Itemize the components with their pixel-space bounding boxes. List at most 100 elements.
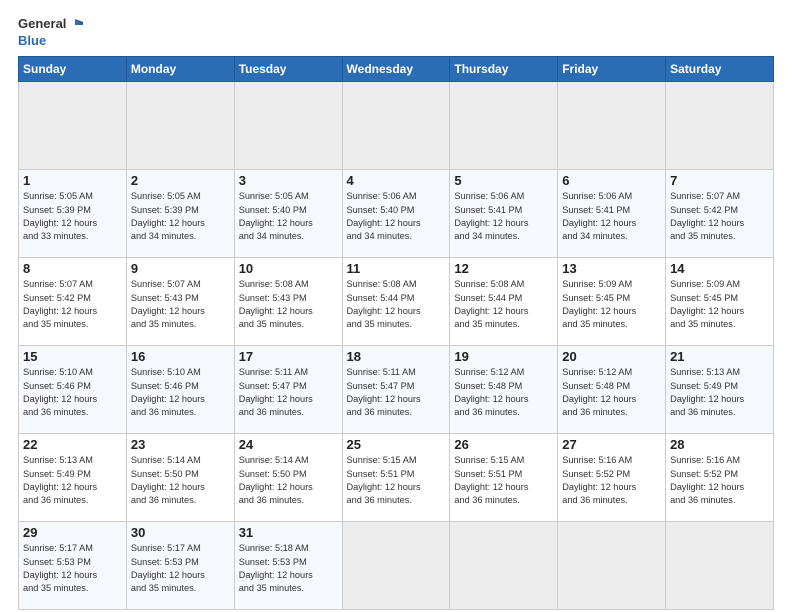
day-info: Sunrise: 5:17 AM Sunset: 5:53 PM Dayligh… — [131, 542, 230, 595]
logo-wing-icon — [67, 17, 83, 33]
calendar-cell: 12Sunrise: 5:08 AM Sunset: 5:44 PM Dayli… — [450, 258, 558, 346]
calendar-header-row: SundayMondayTuesdayWednesdayThursdayFrid… — [19, 57, 774, 82]
day-info: Sunrise: 5:08 AM Sunset: 5:44 PM Dayligh… — [347, 278, 446, 331]
day-number: 23 — [131, 437, 230, 452]
day-info: Sunrise: 5:15 AM Sunset: 5:51 PM Dayligh… — [454, 454, 553, 507]
calendar-cell: 3 Sunrise: 5:05 AM Sunset: 5:40 PM Daylig… — [234, 170, 342, 258]
column-header-friday: Friday — [558, 57, 666, 82]
calendar-cell — [450, 82, 558, 170]
day-info: Sunrise: 5:07 AM Sunset: 5:42 PM Dayligh… — [670, 190, 769, 243]
day-info: Sunrise: 5:07 AM Sunset: 5:43 PM Dayligh… — [131, 278, 230, 331]
day-info: Sunrise: 5:05 AM Sunset: 5:40 PM Dayligh… — [239, 190, 338, 243]
day-info: Sunrise: 5:05 AM Sunset: 5:39 PM Dayligh… — [131, 190, 230, 243]
day-info: Sunrise: 5:13 AM Sunset: 5:49 PM Dayligh… — [670, 366, 769, 419]
day-number: 31 — [239, 525, 338, 540]
calendar-cell — [19, 82, 127, 170]
day-number: 20 — [562, 349, 661, 364]
calendar-week-row: 15Sunrise: 5:10 AM Sunset: 5:46 PM Dayli… — [19, 346, 774, 434]
day-info: Sunrise: 5:10 AM Sunset: 5:46 PM Dayligh… — [131, 366, 230, 419]
calendar-cell: 2 Sunrise: 5:05 AM Sunset: 5:39 PM Daylig… — [126, 170, 234, 258]
column-header-wednesday: Wednesday — [342, 57, 450, 82]
day-info: Sunrise: 5:15 AM Sunset: 5:51 PM Dayligh… — [347, 454, 446, 507]
calendar-cell: 5Sunrise: 5:06 AM Sunset: 5:41 PM Daylig… — [450, 170, 558, 258]
day-number: 30 — [131, 525, 230, 540]
column-header-saturday: Saturday — [666, 57, 774, 82]
calendar-week-row: 29 Sunrise: 5:17 AM Sunset: 5:53 PM Dayli… — [19, 522, 774, 610]
header: General Blue — [18, 16, 774, 48]
day-info: Sunrise: 5:09 AM Sunset: 5:45 PM Dayligh… — [670, 278, 769, 331]
calendar-cell — [126, 82, 234, 170]
day-info: Sunrise: 5:18 AM Sunset: 5:53 PM Dayligh… — [239, 542, 338, 595]
calendar-week-row: 1 Sunrise: 5:05 AM Sunset: 5:39 PM Daylig… — [19, 170, 774, 258]
day-number: 21 — [670, 349, 769, 364]
calendar-cell: 23Sunrise: 5:14 AM Sunset: 5:50 PM Dayli… — [126, 434, 234, 522]
calendar-cell — [342, 82, 450, 170]
day-info: Sunrise: 5:11 AM Sunset: 5:47 PM Dayligh… — [239, 366, 338, 419]
column-header-monday: Monday — [126, 57, 234, 82]
day-number: 29 — [23, 525, 122, 540]
calendar-cell: 17 Sunrise: 5:11 AM Sunset: 5:47 PM Dayli… — [234, 346, 342, 434]
day-number: 9 — [131, 261, 230, 276]
column-header-tuesday: Tuesday — [234, 57, 342, 82]
day-info: Sunrise: 5:09 AM Sunset: 5:45 PM Dayligh… — [562, 278, 661, 331]
calendar-cell: 31 Sunrise: 5:18 AM Sunset: 5:53 PM Dayli… — [234, 522, 342, 610]
calendar-cell: 14 Sunrise: 5:09 AM Sunset: 5:45 PM Dayli… — [666, 258, 774, 346]
calendar-cell — [666, 522, 774, 610]
day-number: 13 — [562, 261, 661, 276]
calendar-cell: 20 Sunrise: 5:12 AM Sunset: 5:48 PM Dayli… — [558, 346, 666, 434]
day-info: Sunrise: 5:12 AM Sunset: 5:48 PM Dayligh… — [454, 366, 553, 419]
calendar-cell: 7Sunrise: 5:07 AM Sunset: 5:42 PM Daylig… — [666, 170, 774, 258]
day-number: 8 — [23, 261, 122, 276]
day-info: Sunrise: 5:16 AM Sunset: 5:52 PM Dayligh… — [562, 454, 661, 507]
day-info: Sunrise: 5:12 AM Sunset: 5:48 PM Dayligh… — [562, 366, 661, 419]
calendar-cell: 27Sunrise: 5:16 AM Sunset: 5:52 PM Dayli… — [558, 434, 666, 522]
day-number: 26 — [454, 437, 553, 452]
calendar-cell: 24Sunrise: 5:14 AM Sunset: 5:50 PM Dayli… — [234, 434, 342, 522]
day-info: Sunrise: 5:10 AM Sunset: 5:46 PM Dayligh… — [23, 366, 122, 419]
calendar-cell: 10 Sunrise: 5:08 AM Sunset: 5:43 PM Dayli… — [234, 258, 342, 346]
day-number: 24 — [239, 437, 338, 452]
day-number: 6 — [562, 173, 661, 188]
day-info: Sunrise: 5:06 AM Sunset: 5:40 PM Dayligh… — [347, 190, 446, 243]
day-info: Sunrise: 5:08 AM Sunset: 5:43 PM Dayligh… — [239, 278, 338, 331]
day-number: 28 — [670, 437, 769, 452]
column-header-sunday: Sunday — [19, 57, 127, 82]
calendar-cell: 19 Sunrise: 5:12 AM Sunset: 5:48 PM Dayli… — [450, 346, 558, 434]
calendar-cell: 25 Sunrise: 5:15 AM Sunset: 5:51 PM Dayli… — [342, 434, 450, 522]
calendar-cell: 1 Sunrise: 5:05 AM Sunset: 5:39 PM Daylig… — [19, 170, 127, 258]
calendar-week-row: 8 Sunrise: 5:07 AM Sunset: 5:42 PM Daylig… — [19, 258, 774, 346]
calendar-cell: 4Sunrise: 5:06 AM Sunset: 5:40 PM Daylig… — [342, 170, 450, 258]
calendar-cell: 26 Sunrise: 5:15 AM Sunset: 5:51 PM Dayli… — [450, 434, 558, 522]
day-number: 11 — [347, 261, 446, 276]
logo-text: General Blue — [18, 16, 83, 48]
day-number: 1 — [23, 173, 122, 188]
day-number: 19 — [454, 349, 553, 364]
day-number: 25 — [347, 437, 446, 452]
calendar-cell — [666, 82, 774, 170]
calendar-cell — [558, 522, 666, 610]
day-number: 16 — [131, 349, 230, 364]
day-info: Sunrise: 5:17 AM Sunset: 5:53 PM Dayligh… — [23, 542, 122, 595]
day-number: 17 — [239, 349, 338, 364]
day-info: Sunrise: 5:05 AM Sunset: 5:39 PM Dayligh… — [23, 190, 122, 243]
day-number: 10 — [239, 261, 338, 276]
day-number: 2 — [131, 173, 230, 188]
day-info: Sunrise: 5:06 AM Sunset: 5:41 PM Dayligh… — [562, 190, 661, 243]
calendar-cell: 13 Sunrise: 5:09 AM Sunset: 5:45 PM Dayli… — [558, 258, 666, 346]
calendar-cell — [558, 82, 666, 170]
day-number: 5 — [454, 173, 553, 188]
calendar-cell — [234, 82, 342, 170]
day-info: Sunrise: 5:11 AM Sunset: 5:47 PM Dayligh… — [347, 366, 446, 419]
day-number: 18 — [347, 349, 446, 364]
day-info: Sunrise: 5:08 AM Sunset: 5:44 PM Dayligh… — [454, 278, 553, 331]
column-header-thursday: Thursday — [450, 57, 558, 82]
day-number: 22 — [23, 437, 122, 452]
calendar-cell: 30 Sunrise: 5:17 AM Sunset: 5:53 PM Dayli… — [126, 522, 234, 610]
day-info: Sunrise: 5:16 AM Sunset: 5:52 PM Dayligh… — [670, 454, 769, 507]
day-info: Sunrise: 5:07 AM Sunset: 5:42 PM Dayligh… — [23, 278, 122, 331]
logo: General Blue — [18, 16, 83, 48]
day-number: 14 — [670, 261, 769, 276]
calendar-cell — [450, 522, 558, 610]
calendar-week-row — [19, 82, 774, 170]
day-number: 3 — [239, 173, 338, 188]
